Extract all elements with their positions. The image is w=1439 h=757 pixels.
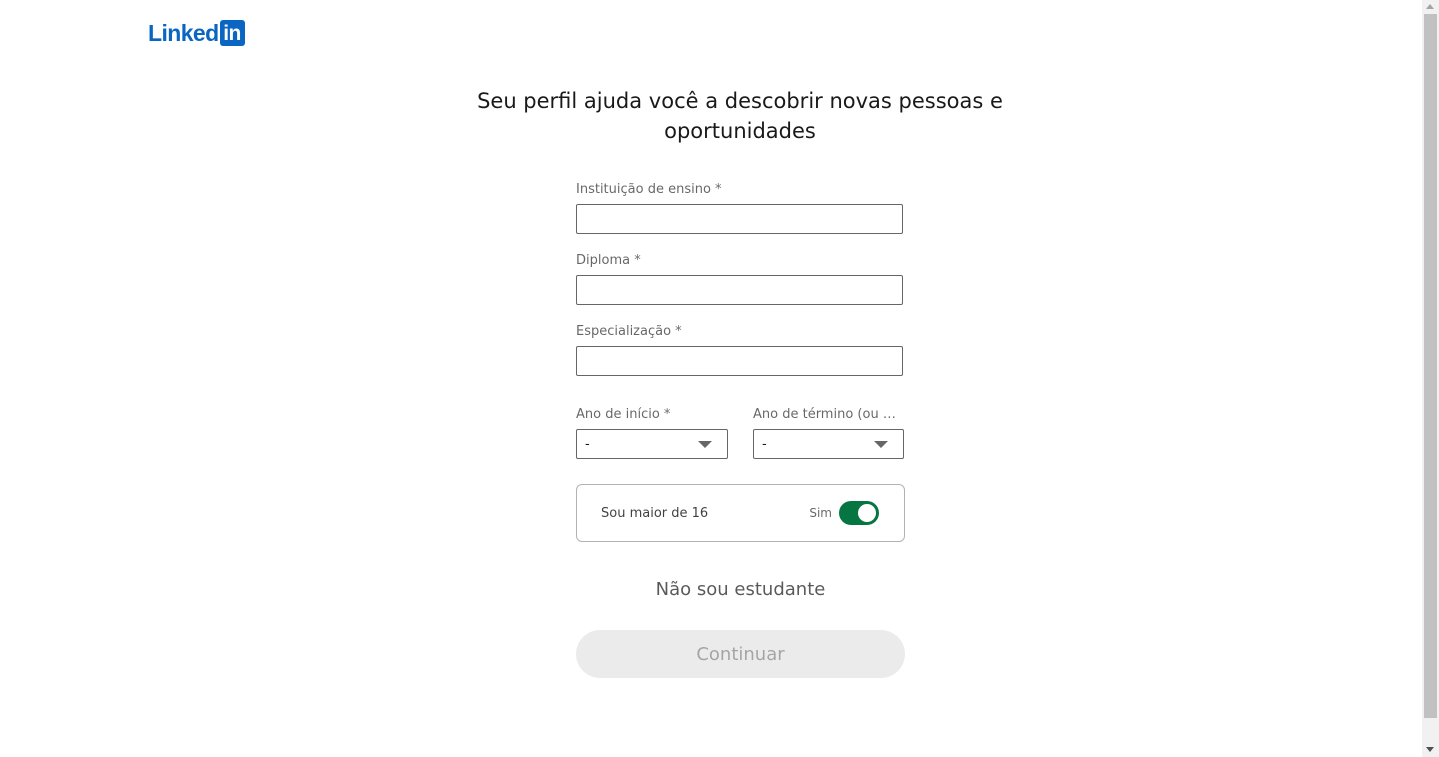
scroll-up-icon[interactable] (1426, 4, 1434, 9)
age-toggle-card: Sou maior de 16 Sim (576, 484, 905, 542)
age-toggle-switch[interactable] (839, 501, 879, 525)
start-year-label: Ano de início * (576, 407, 671, 422)
onboarding-page: Linked in Seu perfil ajuda você a descob… (0, 0, 1439, 757)
specialization-label: Especialização * (576, 324, 682, 339)
end-year-field: Ano de término (ou pr... - (753, 405, 904, 459)
end-year-select[interactable]: - (753, 429, 904, 459)
age-toggle-label: Sou maior de 16 (601, 505, 709, 521)
end-year-value: - (762, 436, 767, 452)
age-toggle-control: Sim (809, 501, 879, 525)
end-year-label: Ano de término (ou pr... (753, 407, 904, 422)
scroll-thumb[interactable] (1424, 14, 1437, 718)
school-field: Instituição de ensino * (576, 180, 904, 234)
page-title: Seu perfil ajuda você a descobrir novas … (477, 89, 1003, 143)
specialization-input[interactable] (576, 346, 903, 376)
chevron-down-icon (874, 440, 888, 448)
school-input[interactable] (576, 204, 903, 234)
toggle-knob (858, 504, 876, 522)
degree-label: Diploma * (576, 253, 641, 268)
logo-text: Linked (148, 20, 219, 46)
chevron-down-icon (698, 440, 712, 448)
start-year-field: Ano de início * - (576, 405, 728, 459)
start-year-value: - (585, 436, 590, 452)
not-student-link[interactable]: Não sou estudante (576, 578, 905, 602)
school-label: Instituição de ensino * (576, 182, 722, 197)
scroll-down-icon[interactable] (1426, 747, 1434, 752)
degree-field: Diploma * (576, 251, 904, 305)
degree-input[interactable] (576, 275, 903, 305)
specialization-field: Especialização * (576, 322, 904, 376)
logo-in-box: in (219, 20, 245, 46)
vertical-scrollbar[interactable] (1422, 0, 1439, 757)
linkedin-logo[interactable]: Linked in (148, 18, 245, 48)
toggle-state-text: Sim (809, 506, 832, 520)
start-year-select[interactable]: - (576, 429, 728, 459)
continue-button[interactable]: Continuar (576, 630, 905, 678)
